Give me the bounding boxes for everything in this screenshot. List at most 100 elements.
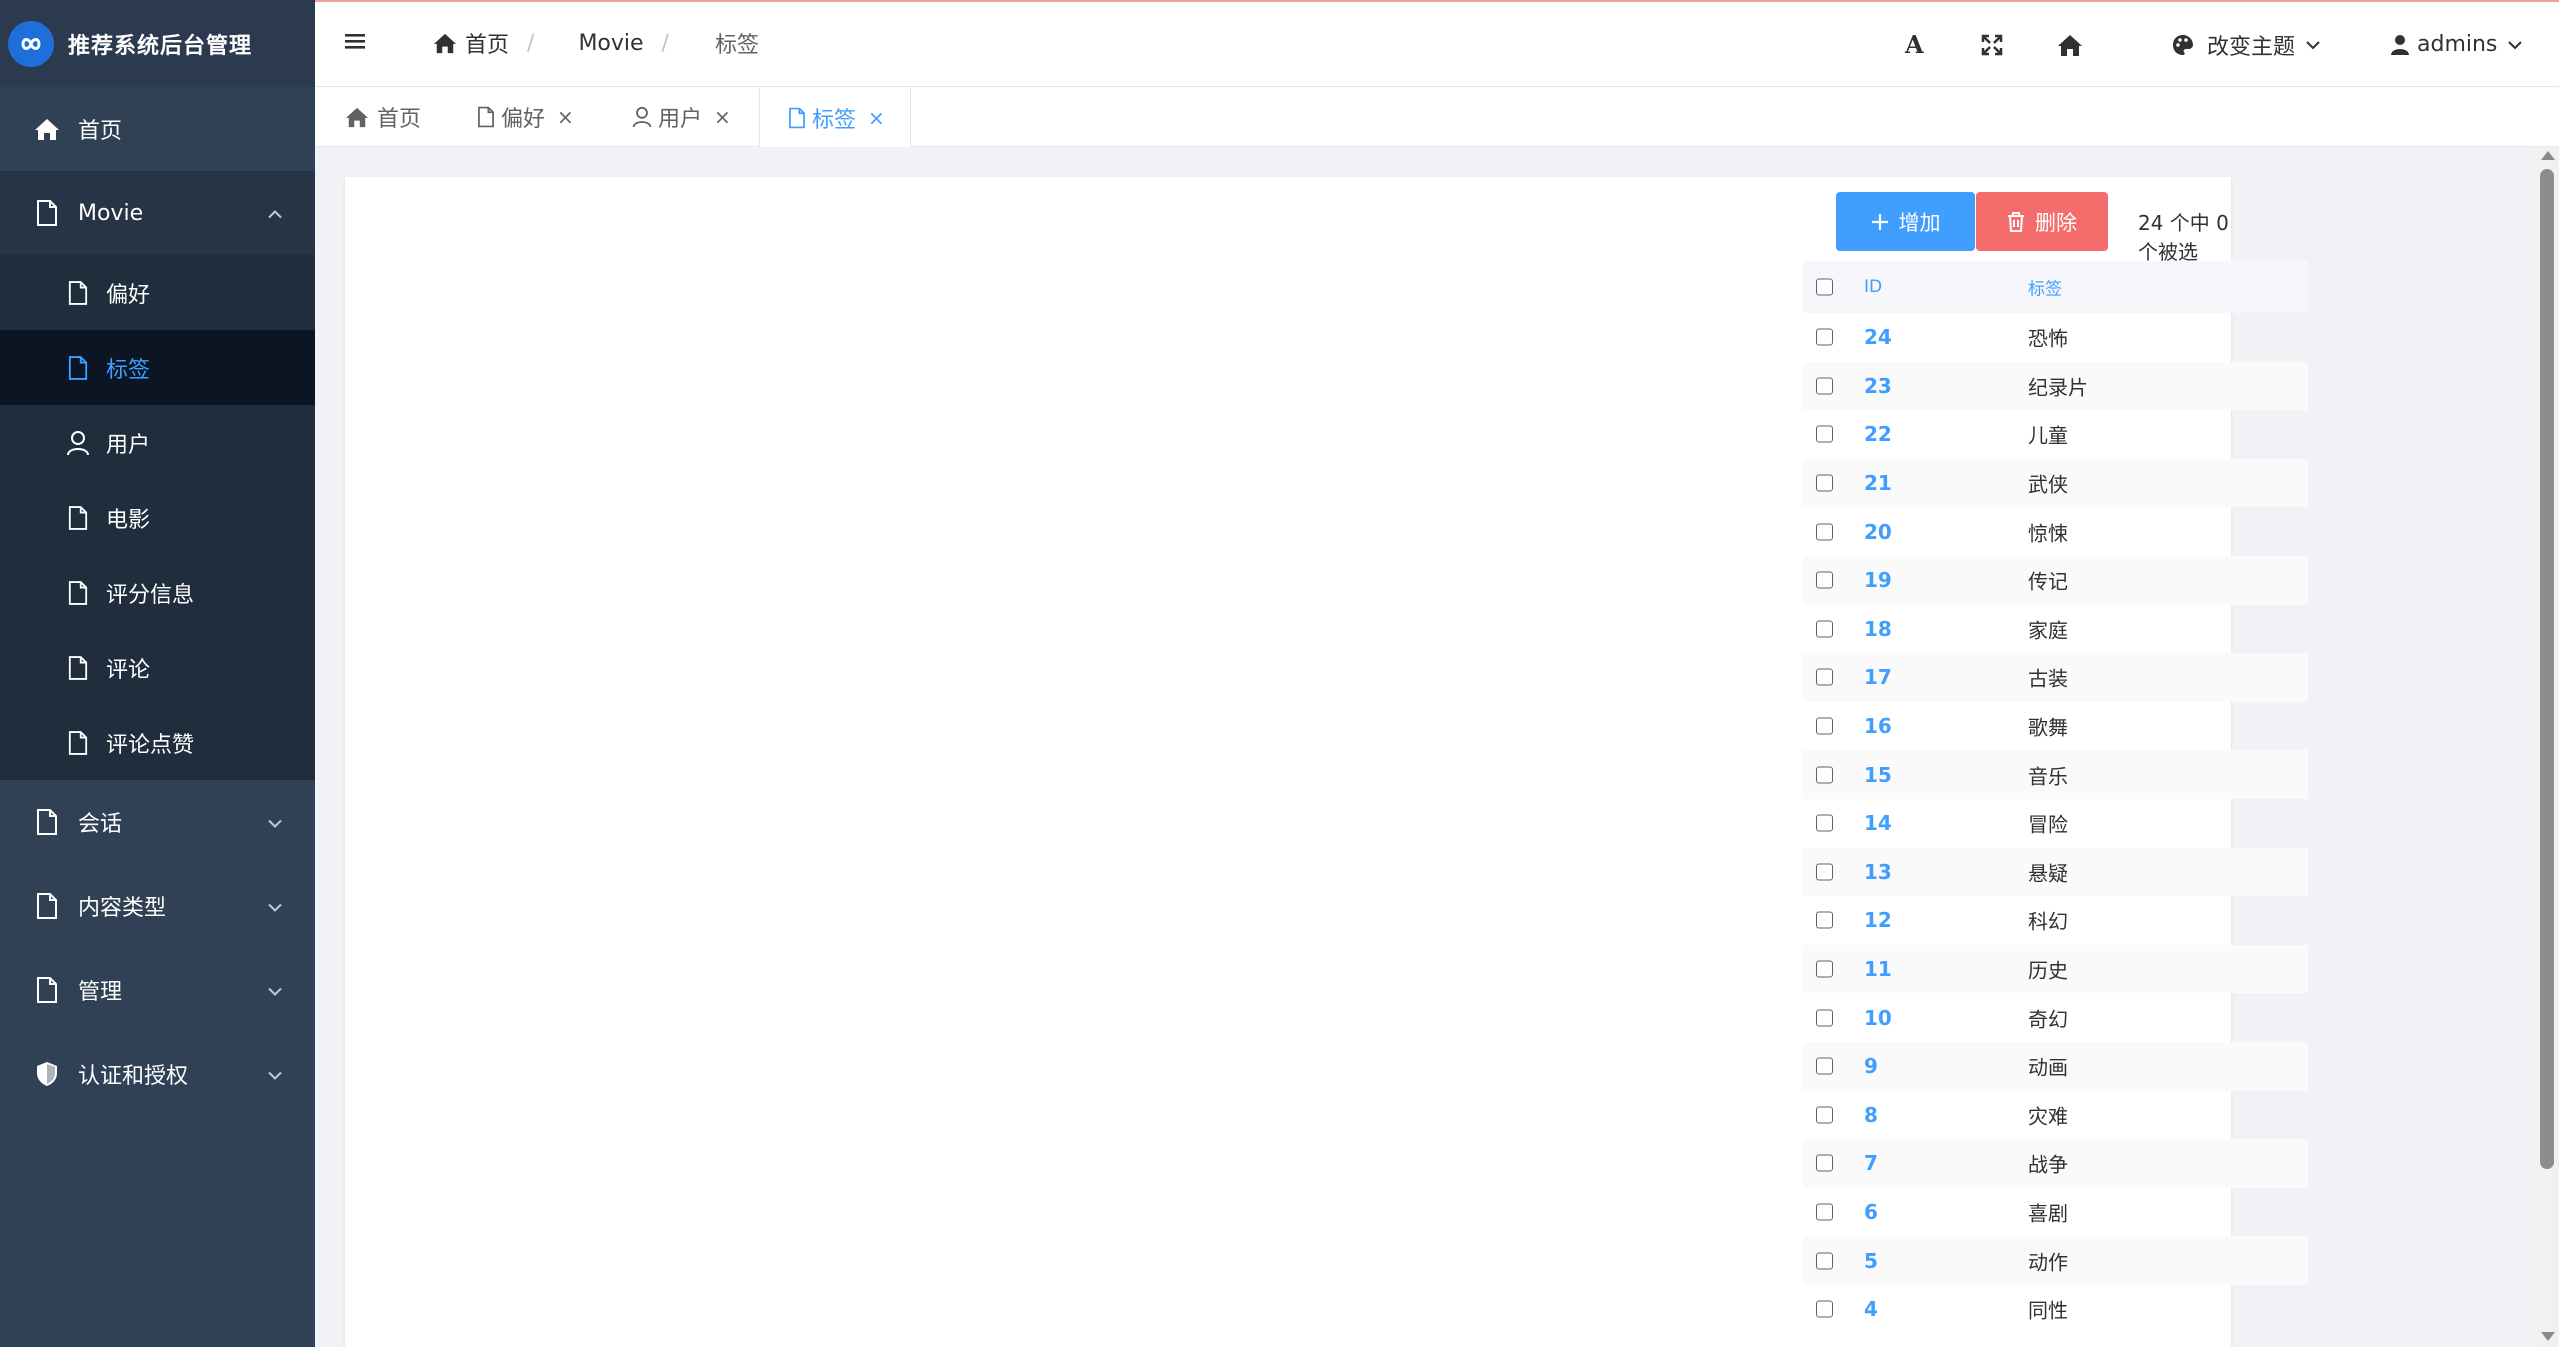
row-id-link[interactable]: 5 <box>1864 1249 1878 1273</box>
sidebar-group-admin[interactable]: 管理 <box>0 948 315 1032</box>
row-checkbox[interactable] <box>1816 766 1833 784</box>
tab-tag[interactable]: 标签 × <box>759 87 911 148</box>
column-header-tag[interactable]: 标签 <box>2028 275 2062 300</box>
fullscreen-icon[interactable] <box>1981 2 2003 87</box>
row-tag-name: 歌舞 <box>2028 715 2068 740</box>
row-id-link[interactable]: 13 <box>1864 860 1892 884</box>
close-icon[interactable]: × <box>868 106 885 130</box>
row-tag-name: 传记 <box>2028 569 2068 594</box>
row-checkbox[interactable] <box>1816 474 1833 492</box>
row-id-link[interactable]: 14 <box>1864 811 1892 835</box>
row-id-link[interactable]: 8 <box>1864 1103 1878 1127</box>
row-checkbox[interactable] <box>1816 1300 1833 1318</box>
sidebar-group-content-type[interactable]: 内容类型 <box>0 864 315 948</box>
row-checkbox[interactable] <box>1816 668 1833 686</box>
sidebar-item-label: 会话 <box>78 812 123 837</box>
table-row: 21 武侠 <box>1803 458 2308 508</box>
tab-user[interactable]: 用户 × <box>632 87 731 147</box>
row-id-link[interactable]: 16 <box>1864 714 1892 738</box>
row-checkbox[interactable] <box>1816 523 1833 541</box>
logo-icon <box>8 20 54 67</box>
row-id-link[interactable]: 23 <box>1864 374 1892 398</box>
home-icon[interactable] <box>2057 2 2083 87</box>
user-dropdown[interactable]: admins <box>2391 2 2523 87</box>
row-checkbox[interactable] <box>1816 328 1833 346</box>
row-id-link[interactable]: 6 <box>1864 1200 1878 1224</box>
sidebar-item-rating[interactable]: 评分信息 <box>0 555 315 630</box>
row-checkbox[interactable] <box>1816 1203 1833 1221</box>
sidebar-item-label: 评论点赞 <box>106 732 195 758</box>
table-row: 19 传记 <box>1803 555 2308 605</box>
sidebar-item-movie[interactable]: 电影 <box>0 480 315 555</box>
sidebar-item-user[interactable]: 用户 <box>0 405 315 480</box>
row-id-link[interactable]: 10 <box>1864 1006 1892 1030</box>
row-checkbox[interactable] <box>1816 960 1833 978</box>
row-tag-name: 科幻 <box>2028 909 2068 934</box>
row-id-link[interactable]: 11 <box>1864 957 1892 981</box>
home-icon <box>433 32 457 54</box>
scrollbar-thumb[interactable] <box>2540 169 2554 1169</box>
delete-button-label: 删除 <box>2035 210 2077 235</box>
row-id-link[interactable]: 15 <box>1864 763 1892 787</box>
row-checkbox[interactable] <box>1816 1057 1833 1075</box>
row-checkbox[interactable] <box>1816 1252 1833 1270</box>
row-checkbox[interactable] <box>1816 1009 1833 1027</box>
breadcrumb-current: 标签 <box>715 27 759 59</box>
logo-bar[interactable]: 推荐系统后台管理 <box>0 0 315 87</box>
movie-submenu: 偏好 标签 用户 电影 评分信息 评论 评论点赞 <box>0 255 315 780</box>
sidebar-item-tag[interactable]: 标签 <box>0 330 315 405</box>
add-button[interactable]: 增加 <box>1836 192 1975 251</box>
row-checkbox[interactable] <box>1816 1106 1833 1124</box>
breadcrumb-home[interactable]: 首页 <box>433 27 509 59</box>
delete-button[interactable]: 删除 <box>1976 192 2108 251</box>
select-all-checkbox[interactable] <box>1816 278 1833 296</box>
row-checkbox[interactable] <box>1816 425 1833 443</box>
row-checkbox[interactable] <box>1816 717 1833 735</box>
scroll-down-arrow-icon[interactable] <box>2541 1332 2555 1341</box>
row-checkbox[interactable] <box>1816 911 1833 929</box>
row-id-link[interactable]: 7 <box>1864 1151 1878 1175</box>
tab-preference[interactable]: 偏好 × <box>477 87 574 147</box>
close-icon[interactable]: × <box>714 105 731 129</box>
sidebar-item-comment[interactable]: 评论 <box>0 630 315 705</box>
theme-dropdown[interactable]: 改变主题 <box>2171 2 2321 87</box>
document-icon <box>32 891 62 921</box>
tab-home[interactable]: 首页 <box>345 87 421 147</box>
font-size-icon[interactable]: A <box>1905 2 1924 87</box>
scroll-up-arrow-icon[interactable] <box>2541 151 2555 160</box>
row-checkbox[interactable] <box>1816 814 1833 832</box>
sidebar-group-movie[interactable]: Movie <box>0 171 315 255</box>
breadcrumb-movie[interactable]: Movie <box>578 31 643 56</box>
row-id-link[interactable]: 24 <box>1864 325 1892 349</box>
row-id-link[interactable]: 21 <box>1864 471 1892 495</box>
row-id-link[interactable]: 20 <box>1864 520 1892 544</box>
sidebar-group-auth[interactable]: 认证和授权 <box>0 1032 315 1116</box>
document-icon <box>32 975 62 1005</box>
row-id-link[interactable]: 18 <box>1864 617 1892 641</box>
close-icon[interactable]: × <box>557 105 574 129</box>
sidebar-group-session[interactable]: 会话 <box>0 780 315 864</box>
row-id-link[interactable]: 4 <box>1864 1297 1878 1321</box>
sidebar-item-home[interactable]: 首页 <box>0 87 315 171</box>
row-checkbox[interactable] <box>1816 863 1833 881</box>
sidebar-item-preference[interactable]: 偏好 <box>0 255 315 330</box>
tags-view: 首页 偏好 × 用户 × 标签 × <box>315 87 2559 148</box>
hamburger-icon[interactable] <box>345 32 365 54</box>
row-id-link[interactable]: 9 <box>1864 1054 1878 1078</box>
row-id-link[interactable]: 22 <box>1864 422 1892 446</box>
table-row: 16 歌舞 <box>1803 702 2308 751</box>
sidebar-item-comment-like[interactable]: 评论点赞 <box>0 705 315 780</box>
breadcrumb-label: 标签 <box>714 33 759 58</box>
row-checkbox[interactable] <box>1816 571 1833 589</box>
column-header-id[interactable]: ID <box>1864 277 1882 297</box>
row-checkbox[interactable] <box>1816 377 1833 395</box>
row-id-link[interactable]: 17 <box>1864 665 1892 689</box>
row-id-link[interactable]: 19 <box>1864 568 1892 592</box>
user-name: admins <box>2417 32 2498 57</box>
row-checkbox[interactable] <box>1816 620 1833 638</box>
row-checkbox[interactable] <box>1816 1154 1833 1172</box>
table-row: 7 战争 <box>1803 1139 2308 1188</box>
page-scrollbar[interactable] <box>2535 147 2559 1347</box>
sidebar-item-label: 管理 <box>78 980 123 1005</box>
row-id-link[interactable]: 12 <box>1864 908 1892 932</box>
